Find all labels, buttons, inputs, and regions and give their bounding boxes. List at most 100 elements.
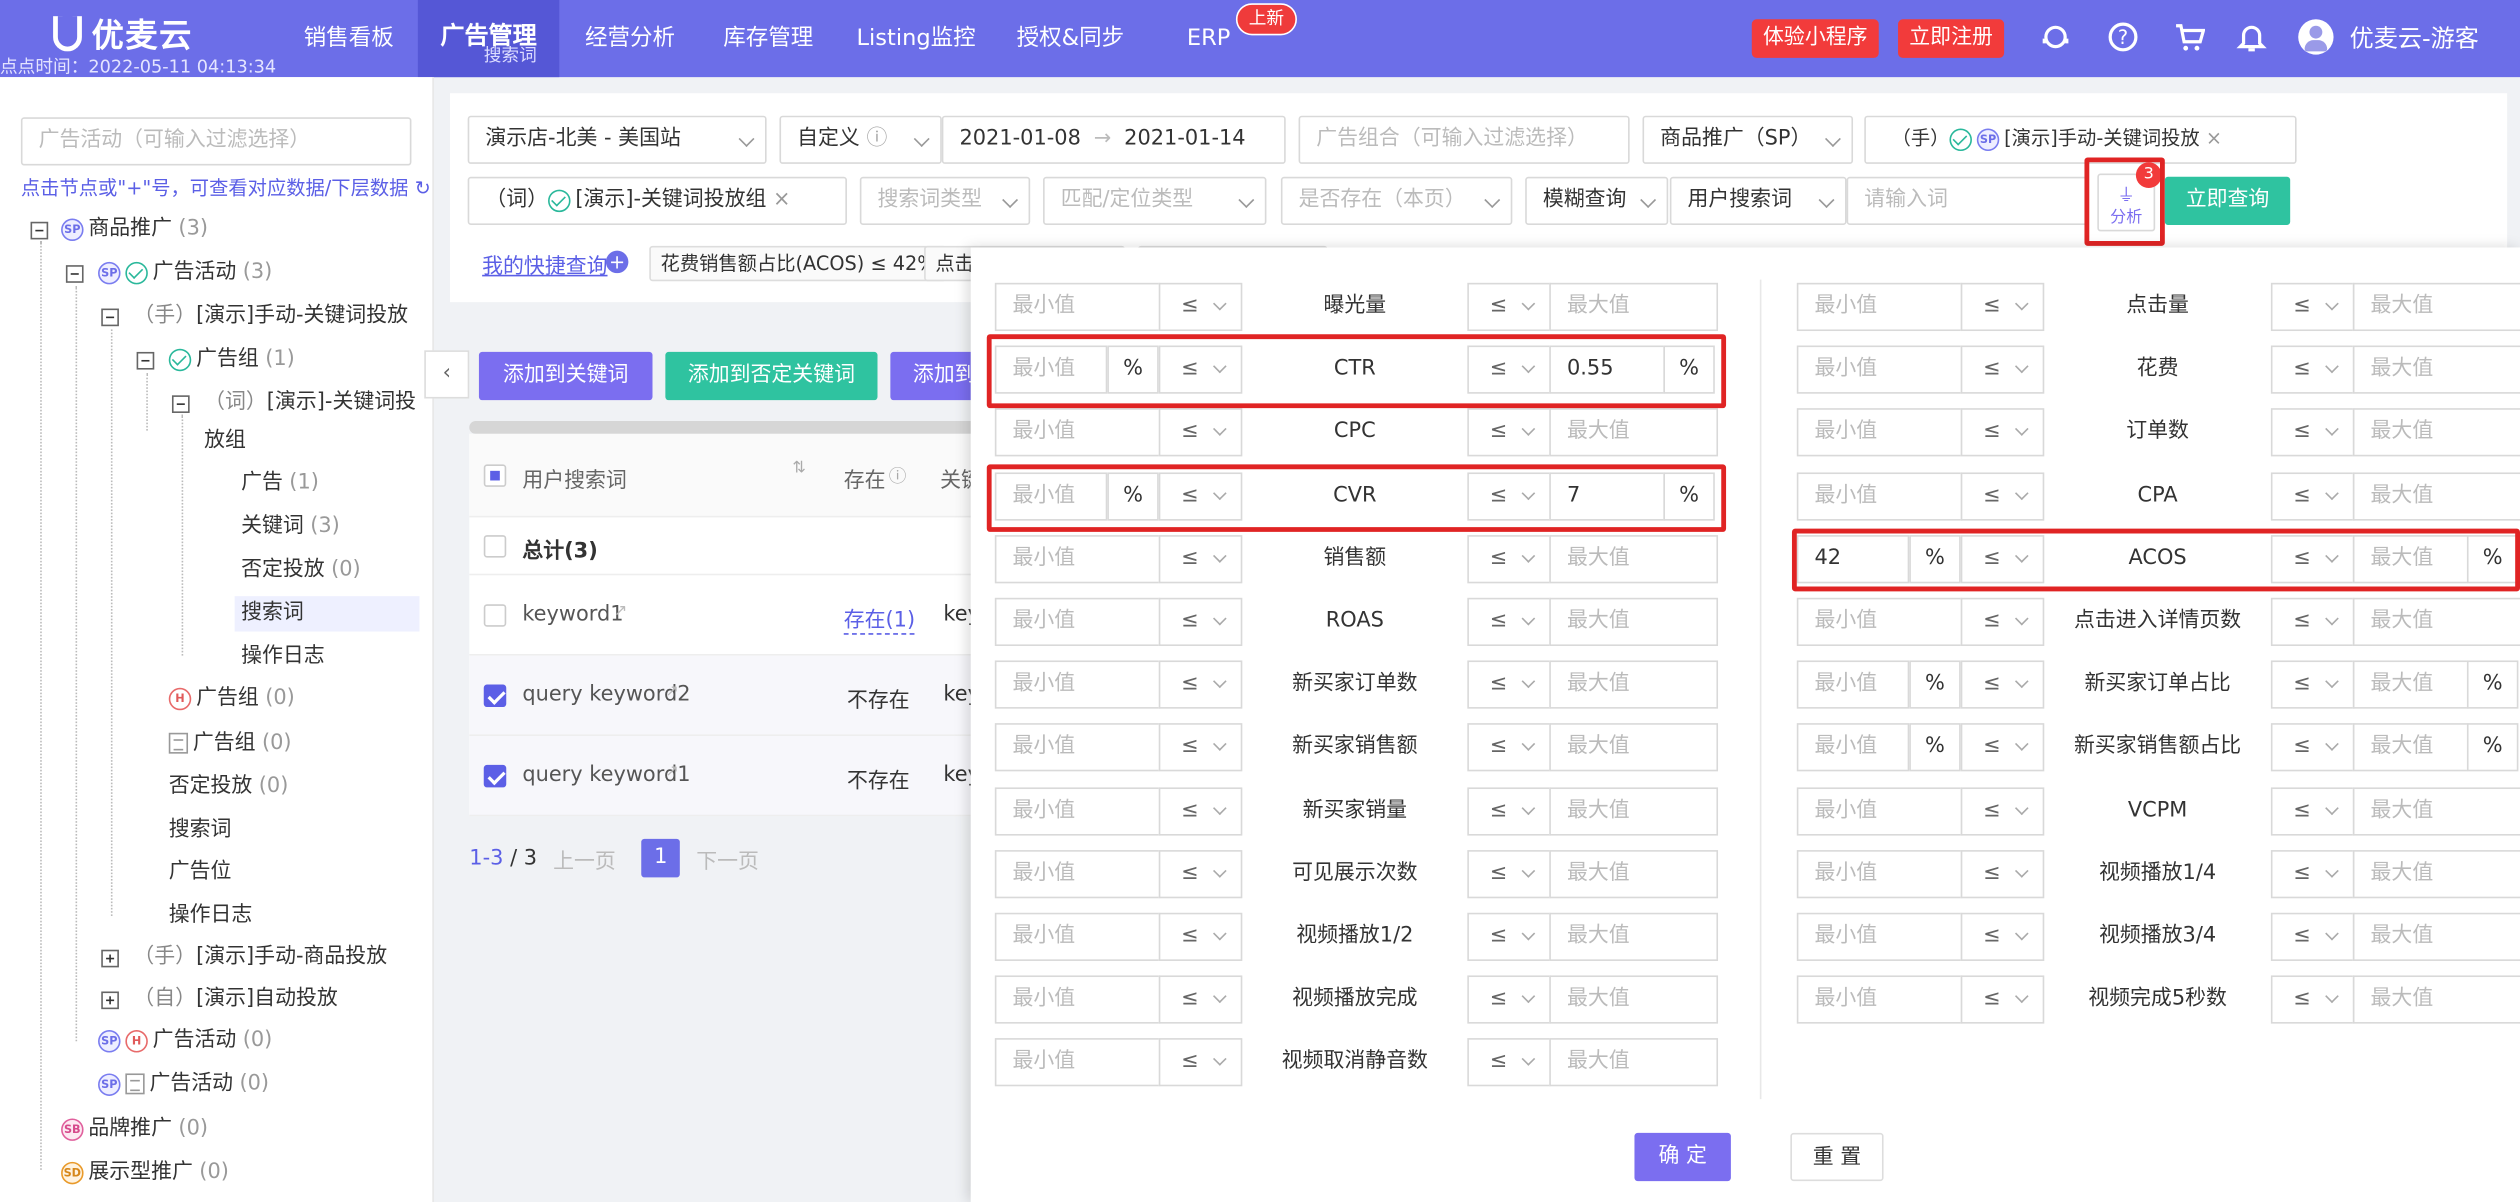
min-operator-select[interactable]: ≤ [1960, 534, 2045, 583]
max-operator-select[interactable]: ≤ [1467, 912, 1551, 961]
min-value-input[interactable]: 最小值 [994, 975, 1161, 1024]
max-value-input[interactable]: 最大值 [1549, 660, 1719, 709]
min-value-input[interactable]: 最小值 [994, 534, 1161, 583]
max-operator-select[interactable]: ≤ [1467, 282, 1551, 332]
external-link-icon[interactable]: ↗ [614, 603, 627, 621]
nav-auth-sync[interactable]: 授权&同步 [996, 0, 1144, 77]
tree-node-adgroup-keyword[interactable]: （词）[演示]-关键词投 [204, 386, 416, 421]
min-value-input[interactable]: 最小值 [1796, 408, 1963, 458]
row-checkbox[interactable] [483, 684, 507, 708]
min-operator-select[interactable]: ≤ [1158, 1038, 1243, 1087]
max-operator-select[interactable]: ≤ [1467, 534, 1551, 583]
prev-page-button[interactable]: 上一页 [553, 843, 616, 873]
max-operator-select[interactable]: ≤ [2270, 471, 2355, 520]
tree-node-adgroups[interactable]: 广告组 (1) [168, 342, 295, 377]
min-value-input[interactable]: 最小值 [1796, 912, 1963, 961]
nav-inventory[interactable]: 库存管理 [701, 0, 836, 77]
nav-sales-board[interactable]: 销售看板 [281, 0, 416, 77]
tree-node-negative[interactable]: 否定投放 (0) [241, 553, 361, 588]
min-value-input[interactable]: 最小值 [1796, 849, 1963, 898]
max-value-input[interactable]: 最大值 [1549, 723, 1719, 772]
cart-icon[interactable] [2173, 21, 2206, 53]
expand-toggle[interactable] [101, 949, 119, 968]
max-value-input[interactable]: 最大值 [1549, 597, 1719, 646]
tree-node-search-terms[interactable]: 搜索词 [234, 596, 420, 632]
tree-node-campaign-auto[interactable]: （自）[演示]自动投放 [133, 982, 337, 1017]
shop-select[interactable]: 演示店-北美 - 美国站 [467, 115, 767, 164]
max-value-input[interactable]: 最大值 [1549, 975, 1719, 1024]
min-value-input[interactable]: 最小值 [994, 1038, 1161, 1087]
min-value-input[interactable]: 最小值 [1796, 345, 1963, 395]
max-value-input[interactable]: 最大值 [2352, 345, 2520, 395]
expand-toggle[interactable] [101, 991, 119, 1010]
row-checkbox[interactable] [483, 604, 507, 627]
max-operator-select[interactable]: ≤ [1467, 1038, 1551, 1087]
max-operator-select[interactable]: ≤ [1467, 975, 1551, 1024]
add-keyword-button[interactable]: 添加到关键词 [478, 351, 653, 401]
min-operator-select[interactable]: ≤ [1960, 282, 2045, 332]
collapse-toggle[interactable] [171, 395, 190, 413]
sort-icon[interactable]: ⇅ [792, 460, 805, 478]
min-operator-select[interactable]: ≤ [1158, 660, 1243, 709]
tree-node-adgroup-h[interactable]: H 广告组 (0) [168, 681, 295, 716]
max-value-input[interactable]: 最大值 [1549, 849, 1719, 898]
support-icon[interactable] [2039, 21, 2071, 53]
max-operator-select[interactable]: ≤ [2270, 534, 2355, 583]
max-value-input[interactable]: 最大值 [1549, 786, 1719, 835]
register-button[interactable]: 立即注册 [1898, 19, 2005, 58]
external-link-icon[interactable]: ↗ [665, 683, 678, 701]
collapse-toggle[interactable] [136, 351, 155, 370]
max-value-input[interactable]: 最大值 [2352, 912, 2520, 961]
logo[interactable]: 优麦云 [53, 10, 193, 57]
max-operator-select[interactable]: ≤ [2270, 345, 2355, 395]
collapse-panel-button[interactable]: ‹ [424, 350, 470, 399]
min-value-input[interactable]: 最小值 [1796, 975, 1963, 1024]
tree-node-campaign-manual-product[interactable]: （手）[演示]手动-商品投放 [133, 940, 387, 975]
min-value-input[interactable]: 最小值 [994, 408, 1161, 458]
tree-node-campaigns-archived[interactable]: SP 广告活动 (0) [98, 1067, 269, 1102]
max-operator-select[interactable]: ≤ [1467, 345, 1551, 395]
max-value-input[interactable]: 最大值 [2352, 471, 2520, 520]
tree-node-ads[interactable]: 广告 (1) [241, 466, 319, 501]
min-value-input[interactable]: 最小值 [994, 723, 1161, 772]
min-operator-select[interactable]: ≤ [1960, 912, 2045, 961]
max-operator-select[interactable]: ≤ [2270, 786, 2355, 835]
max-value-input[interactable]: 最大值 [1549, 534, 1719, 583]
collapse-toggle[interactable] [101, 308, 119, 327]
table-row[interactable]: keyword1 ↗ 存在(1) key [469, 575, 984, 656]
quick-tag[interactable]: 花费销售额占比(ACOS) ≤ 42% [649, 245, 947, 282]
adgroup-select[interactable]: （词） [演示]-关键词投放组 × [467, 176, 847, 225]
min-operator-select[interactable]: ≤ [1960, 345, 2045, 395]
close-icon[interactable]: × [773, 188, 791, 212]
campaign-filter-input[interactable]: 广告活动（可输入过滤选择） [20, 117, 412, 166]
fuzzy-select[interactable]: 模糊查询 [1525, 176, 1669, 225]
tree-node-placement[interactable]: 广告位 [169, 855, 232, 890]
exists-select[interactable]: 是否存在（本页） [1280, 176, 1513, 225]
min-operator-select[interactable]: ≤ [1960, 660, 2045, 709]
tree-node-campaign-negative[interactable]: 否定投放 (0) [169, 770, 289, 805]
ad-portfolio-input[interactable]: 广告组合（可输入过滤选择） [1298, 115, 1630, 164]
max-value-input[interactable]: 最大值 [2352, 723, 2469, 772]
max-value-input[interactable]: 最大值 [1549, 282, 1719, 332]
total-checkbox[interactable] [483, 535, 507, 558]
min-operator-select[interactable]: ≤ [1960, 849, 2045, 898]
field-select[interactable]: 用户搜索词 [1669, 176, 1847, 225]
max-operator-select[interactable]: ≤ [1467, 408, 1551, 458]
table-row[interactable]: query keyword1 ↗ 不存在 key [469, 735, 984, 817]
min-operator-select[interactable]: ≤ [1158, 849, 1243, 898]
miniapp-button[interactable]: 体验小程序 [1751, 19, 1879, 58]
tree-node-campaign-oplog[interactable]: 操作日志 [169, 898, 253, 933]
keyword-input[interactable]: 请输入词 [1846, 176, 2088, 225]
max-value-input[interactable]: 最大值 [2352, 408, 2520, 458]
min-operator-select[interactable]: ≤ [1960, 408, 2045, 458]
max-operator-select[interactable]: ≤ [2270, 723, 2355, 772]
max-value-input[interactable]: 最大值 [2352, 282, 2520, 332]
min-operator-select[interactable]: ≤ [1158, 471, 1243, 520]
tree-node-keywords[interactable]: 关键词 (3) [241, 509, 340, 544]
tree-node-sp[interactable]: SP 商品推广 (3) [61, 212, 208, 247]
max-operator-select[interactable]: ≤ [2270, 282, 2355, 332]
bell-icon[interactable] [2236, 21, 2268, 53]
max-operator-select[interactable]: ≤ [1467, 849, 1551, 898]
max-operator-select[interactable]: ≤ [1467, 786, 1551, 835]
nav-ad-management[interactable]: 广告管理 搜索词 [417, 0, 560, 78]
